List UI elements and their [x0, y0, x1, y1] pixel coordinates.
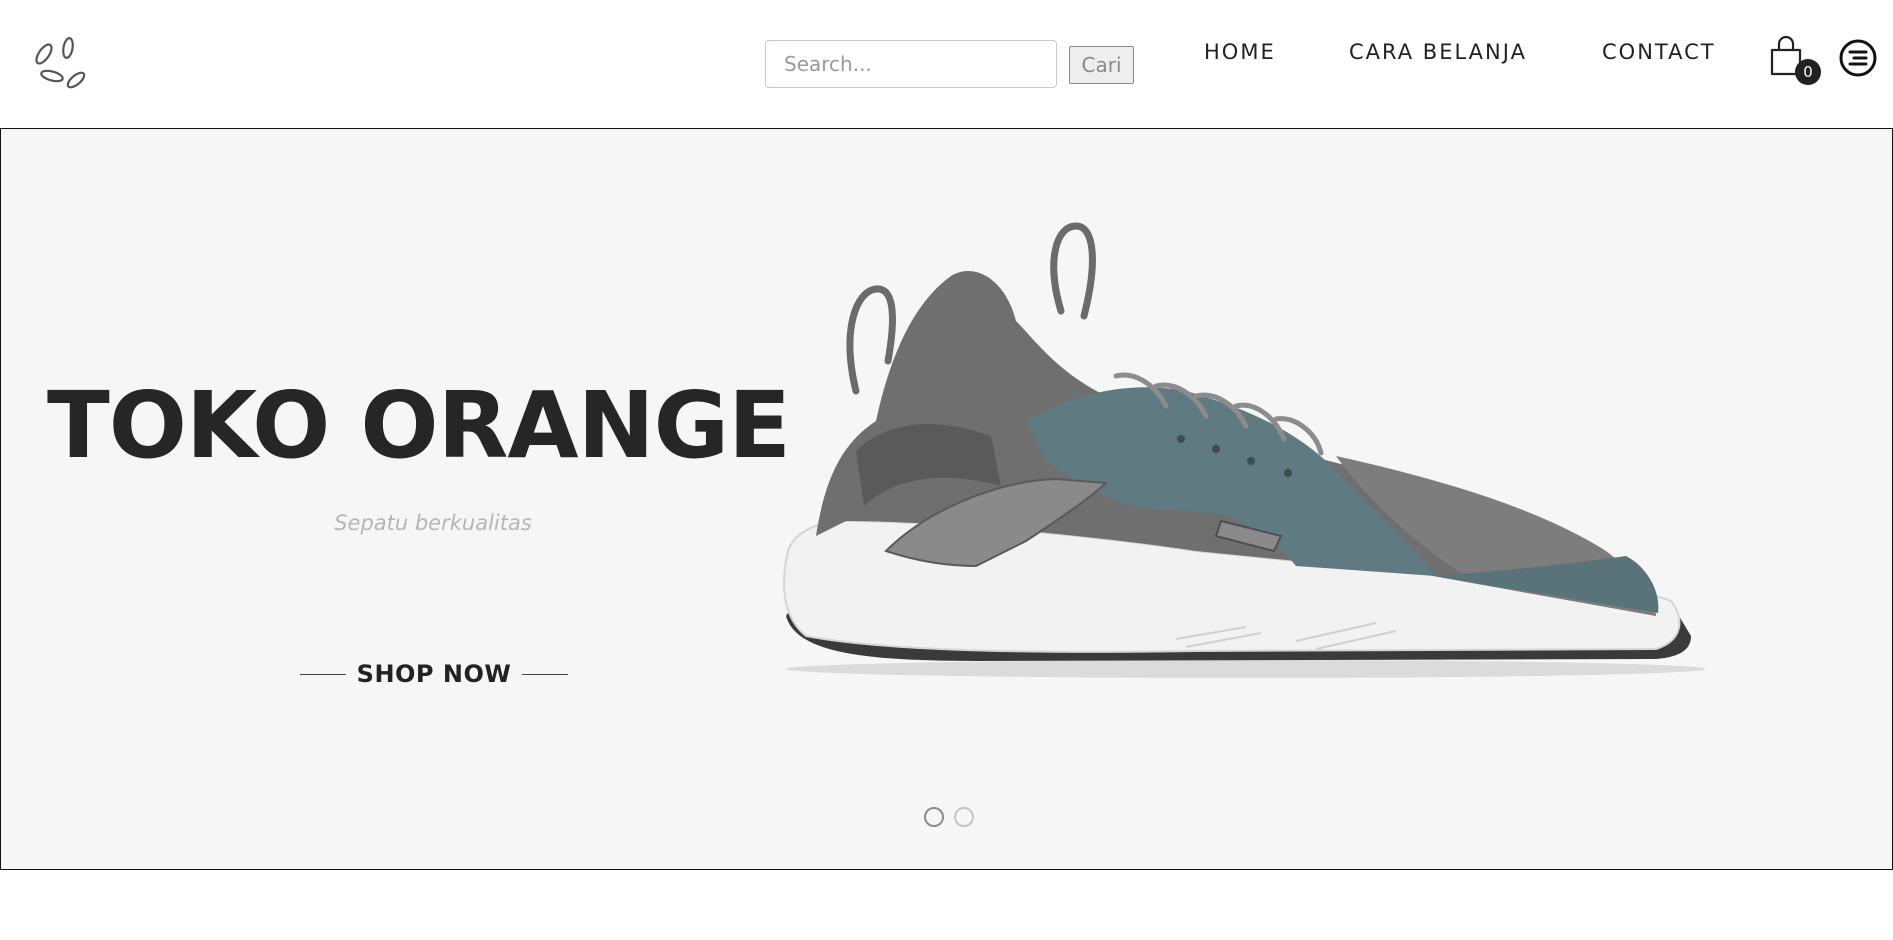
- hero-subtitle: Sepatu berkualitas: [334, 511, 532, 535]
- shop-now-label: SHOP NOW: [356, 660, 512, 688]
- nav-contact[interactable]: CONTACT: [1602, 40, 1716, 64]
- cart-button[interactable]: 0: [1768, 34, 1828, 86]
- leaf-logo-icon[interactable]: [30, 34, 92, 94]
- hero-banner: TOKO ORANGE Sepatu berkualitas SHOP NOW: [0, 128, 1893, 870]
- menu-icon[interactable]: [1838, 38, 1878, 78]
- nav-home[interactable]: HOME: [1204, 40, 1276, 64]
- site-header: Cari HOME CARA BELANJA CONTACT 0: [0, 0, 1893, 128]
- slider-dot-1[interactable]: [924, 807, 944, 827]
- cta-line-right: [522, 673, 568, 675]
- sneaker-image: [783, 222, 1706, 678]
- shop-now-button[interactable]: SHOP NOW: [300, 657, 568, 691]
- search-input[interactable]: [765, 40, 1057, 88]
- cta-line-left: [300, 673, 346, 675]
- nav-cara-belanja[interactable]: CARA BELANJA: [1349, 40, 1527, 64]
- search-button[interactable]: Cari: [1069, 46, 1134, 84]
- hero-title: TOKO ORANGE: [47, 372, 791, 479]
- slider-dot-2[interactable]: [954, 807, 974, 827]
- cart-count-badge: 0: [1795, 59, 1821, 85]
